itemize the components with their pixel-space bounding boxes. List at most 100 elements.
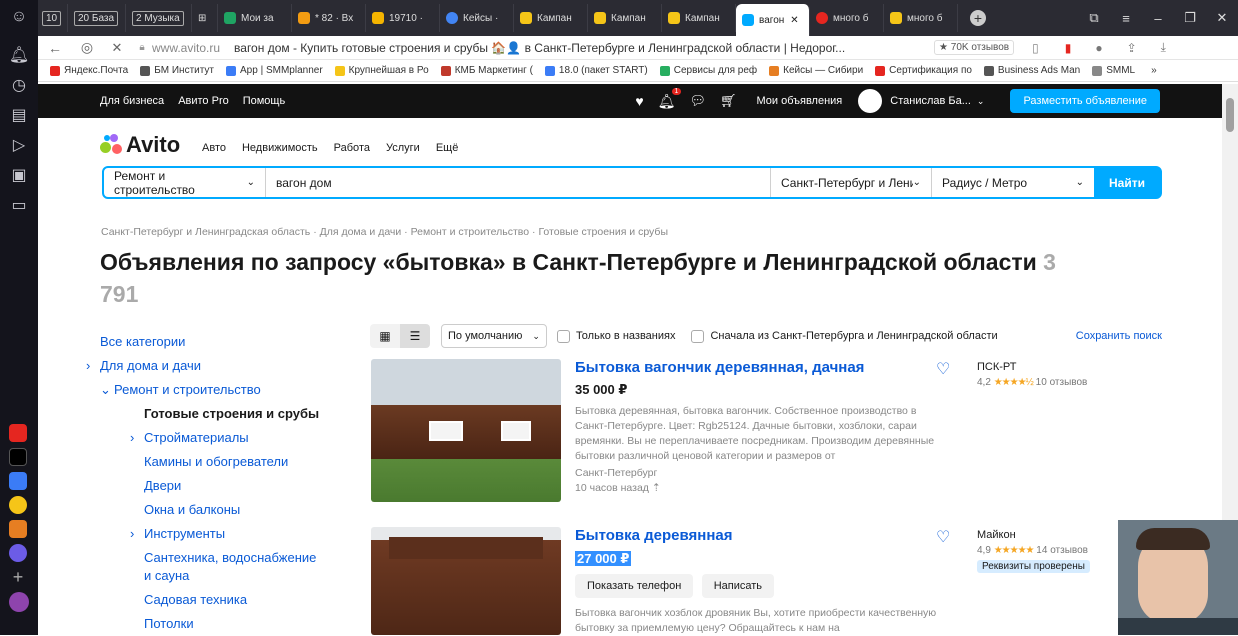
alice-icon[interactable] <box>9 592 29 612</box>
tab-0[interactable]: 10 <box>38 4 68 32</box>
seller-name[interactable]: ПСК-РТ <box>977 361 1087 373</box>
avito-logo[interactable]: Avito <box>100 132 180 158</box>
category-item[interactable]: Готовые строения и срубы <box>100 402 350 426</box>
avito-pro-link[interactable]: Авито Pro <box>178 95 229 107</box>
category-item[interactable]: › Инструменты <box>100 522 350 546</box>
new-tab-icon[interactable]: + <box>958 4 998 32</box>
bookmark-item[interactable]: КМБ Маркетинг ( <box>440 65 533 76</box>
category-item[interactable]: Садовая техника <box>100 588 350 612</box>
bookmark-item[interactable]: Сертификация по <box>875 65 972 76</box>
search-button[interactable]: Найти <box>1094 168 1160 197</box>
only-titles-checkbox[interactable] <box>556 329 570 343</box>
bookmark-item[interactable]: Business Ads Man <box>983 65 1080 76</box>
favorite-heart-icon[interactable]: ♡ <box>936 527 950 547</box>
local-first-label[interactable]: Сначала из Санкт-Петербурга и Ленинградс… <box>710 330 997 342</box>
bookmark-item[interactable]: БМ Институт <box>140 65 214 76</box>
tab-7[interactable]: Кампан <box>514 4 588 32</box>
region-select[interactable]: Санкт-Петербург и Ленинг⌄ <box>770 168 932 197</box>
page-title-in-bar[interactable]: вагон дом - Купить готовые строения и ср… <box>234 41 914 55</box>
bookmark-item[interactable]: Яндекс.Почта <box>50 65 128 76</box>
breadcrumb-item[interactable]: Ремонт и строительство <box>411 226 530 238</box>
profile-icon[interactable]: ☺ <box>0 2 38 32</box>
tab-9[interactable]: Кампан <box>662 4 736 32</box>
only-titles-label[interactable]: Только в названиях <box>576 330 676 342</box>
alice-icon[interactable]: ● <box>1095 41 1102 55</box>
minimize-icon[interactable]: – <box>1142 11 1174 26</box>
more-bookmarks-icon[interactable]: » <box>1151 65 1157 76</box>
seller-name[interactable]: Майкон <box>977 529 1090 541</box>
youtube-icon[interactable] <box>9 424 27 442</box>
category-item[interactable]: Камины и обогреватели <box>100 450 350 474</box>
post-ad-button[interactable]: Разместить объявление <box>1010 89 1160 113</box>
favorites-icon[interactable]: ♥ <box>635 93 643 109</box>
restore-icon[interactable]: ❐ <box>1174 10 1206 26</box>
category-item[interactable]: Потолки <box>100 612 350 636</box>
bookmark-item[interactable]: Кейсы — Сибири <box>769 65 863 76</box>
user-name[interactable]: Станислав Ба... <box>890 95 971 107</box>
tab-8[interactable]: Кампан <box>588 4 662 32</box>
breadcrumb-item[interactable]: Готовые строения и срубы <box>538 226 668 238</box>
show-phone-button[interactable]: Показать телефон <box>575 574 694 598</box>
favorite-heart-icon[interactable]: ♡ <box>936 359 950 379</box>
metrika-icon[interactable] <box>9 496 27 514</box>
tab-4[interactable]: * 82 · Вх <box>292 4 366 32</box>
profile-ring-icon[interactable]: ◎ <box>72 39 102 56</box>
seller-reviews[interactable]: 14 отзывов <box>1036 545 1088 556</box>
for-business-link[interactable]: Для бизнеса <box>100 95 164 107</box>
stop-icon[interactable]: ✕ <box>102 40 132 56</box>
listing-photo[interactable] <box>371 527 561 635</box>
tiktok-icon[interactable] <box>9 448 27 466</box>
listing-card[interactable]: Бытовка деревянная 27 000 ₽ Показать тел… <box>371 527 1162 635</box>
close-tab-icon[interactable]: ✕ <box>790 15 798 26</box>
tab-3[interactable]: Мои за <box>218 4 292 32</box>
category-item[interactable]: Все категории <box>100 330 350 354</box>
nav-services[interactable]: Услуги <box>386 142 420 154</box>
scrollbar-thumb[interactable] <box>1226 98 1234 132</box>
download-icon[interactable]: ⤓ <box>1161 40 1166 55</box>
tab-6[interactable]: Кейсы · <box>440 4 514 32</box>
category-item[interactable]: Окна и балконы <box>100 498 350 522</box>
category-item[interactable]: ⌄ Ремонт и строительство <box>100 378 350 402</box>
play-icon[interactable]: ▷ <box>0 130 38 160</box>
listing-title[interactable]: Бытовка деревянная <box>575 527 945 544</box>
collections-icon[interactable]: ▤ <box>0 100 38 130</box>
tab-5[interactable]: 19710 · <box>366 4 440 32</box>
nav-more[interactable]: Ещё <box>436 142 459 154</box>
breadcrumb-item[interactable]: Санкт-Петербург и Ленинградская область <box>101 226 310 238</box>
messages-icon[interactable]: 💬︎ <box>689 93 706 109</box>
calendar-icon[interactable]: ▣ <box>0 160 38 190</box>
docs-icon[interactable] <box>9 472 27 490</box>
list-view-toggle[interactable]: ☰ <box>400 324 430 348</box>
reviews-badge[interactable]: ★ 70K отзывов <box>934 40 1015 55</box>
mail-icon[interactable] <box>9 520 27 538</box>
wallet-icon[interactable]: ▭ <box>0 190 38 220</box>
bookmark-item[interactable]: App | SMMplanner <box>226 65 323 76</box>
share-icon[interactable]: ⇪ <box>1127 41 1137 55</box>
my-ads-link[interactable]: Мои объявления <box>756 95 842 107</box>
nav-realty[interactable]: Недвижимость <box>242 142 318 154</box>
grid-view-toggle[interactable]: ▦ <box>370 324 400 348</box>
bookmark-item[interactable]: SMML <box>1092 65 1135 76</box>
write-message-button[interactable]: Написать <box>701 574 775 598</box>
add-icon[interactable]: + <box>9 568 27 586</box>
listing-card[interactable]: Бытовка вагончик деревянная, дачная 35 0… <box>371 359 1162 504</box>
avatar[interactable] <box>858 89 883 113</box>
notifications-icon[interactable]: 🔔︎ 1 <box>658 87 682 110</box>
tab-11[interactable]: много б <box>810 4 884 32</box>
listing-photo[interactable] <box>371 359 561 502</box>
category-item[interactable]: Двери <box>100 474 350 498</box>
extensions-icon[interactable]: ⧉ <box>1078 10 1110 26</box>
url-domain[interactable]: www.avito.ru <box>152 41 220 55</box>
listing-title[interactable]: Бытовка вагончик деревянная, дачная <box>575 359 945 376</box>
bookmark-item[interactable]: 18.0 (пакет START) <box>544 65 648 76</box>
history-icon[interactable]: ◷ <box>0 70 38 100</box>
cart-icon[interactable]: 🛒︎ <box>720 93 737 109</box>
category-item[interactable]: › Стройматериалы <box>100 426 350 450</box>
seller-reviews[interactable]: 10 отзывов <box>1036 377 1088 388</box>
nav-auto[interactable]: Авто <box>202 142 226 154</box>
tab-1[interactable]: 20 База <box>68 4 126 32</box>
local-first-checkbox[interactable] <box>691 329 705 343</box>
sort-select[interactable]: По умолчанию ⌄ <box>441 324 547 348</box>
bookmark-icon[interactable]: ▯ <box>1032 41 1039 55</box>
nav-jobs[interactable]: Работа <box>334 142 370 154</box>
